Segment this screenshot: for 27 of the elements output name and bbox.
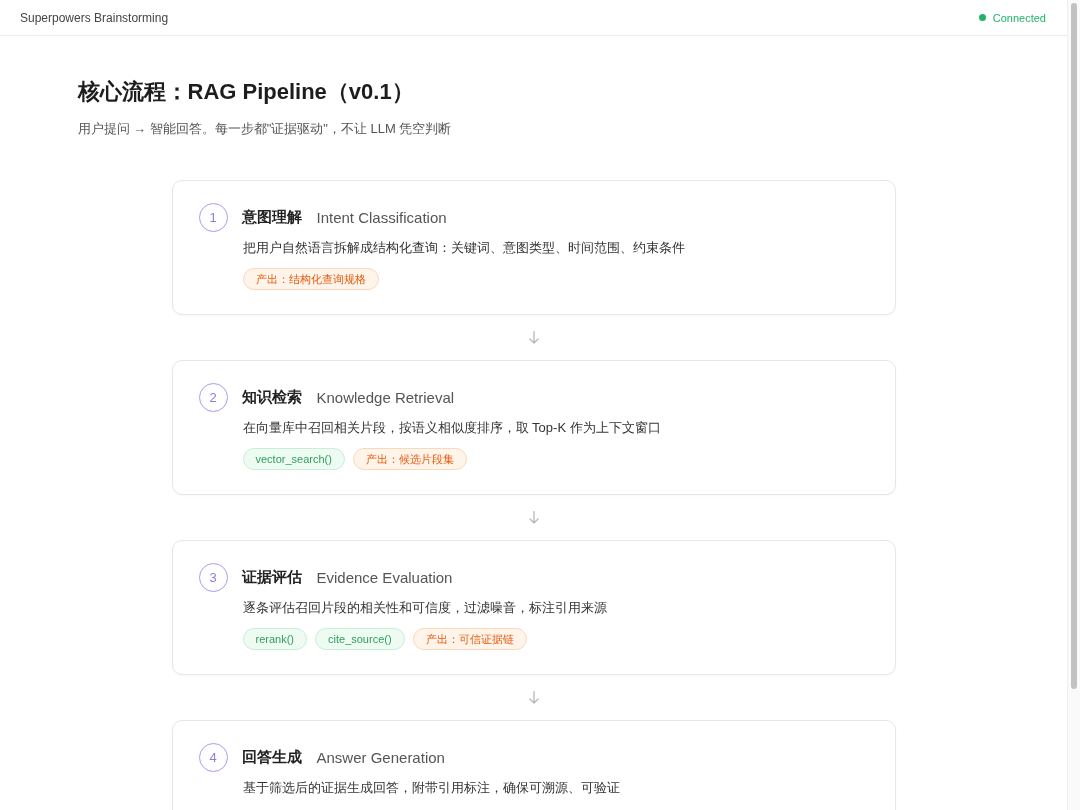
arrow-down-icon xyxy=(528,511,539,524)
step-description: 基于筛选后的证据生成回答，附带引用标注，确保可溯源、可验证 xyxy=(242,779,621,797)
page-subtitle: 用户提问 → 智能回答。每一步都"证据驱动"，不让 LLM 凭空判断 xyxy=(77,120,453,138)
step-description: 在向量库中召回相关片段，按语义相似度排序，取 Top-K 作为上下文窗口 xyxy=(242,419,662,437)
function-tag: rerank() xyxy=(242,628,307,650)
function-tag: cite_source() xyxy=(315,628,405,650)
step-subtitle: Evidence Evaluation xyxy=(316,569,453,586)
step-title: 意图理解 xyxy=(241,208,302,227)
step-subtitle: Knowledge Retrieval xyxy=(316,389,455,406)
output-tag: 产出：候选片段集 xyxy=(352,448,467,470)
function-tag: vector_search() xyxy=(242,448,345,470)
scrollbar[interactable] xyxy=(1067,0,1080,810)
step-description: 把用户自然语言拆解成结构化查询：关键词、意图类型、时间范围、约束条件 xyxy=(242,239,686,257)
app-title: Superpowers Brainstorming xyxy=(20,10,169,25)
page-title: 核心流程：RAG Pipeline（v0.1） xyxy=(77,78,415,106)
step-title: 回答生成 xyxy=(241,748,302,767)
output-tag: 产出：结构化查询规格 xyxy=(242,268,379,290)
scrollbar-thumb[interactable] xyxy=(1071,3,1077,689)
step-subtitle: Answer Generation xyxy=(316,749,445,766)
step-description: 逐条评估召回片段的相关性和可信度，过滤噪音，标注引用来源 xyxy=(242,599,608,617)
step-subtitle: Intent Classification xyxy=(316,209,447,226)
arrow-down-icon xyxy=(528,691,539,704)
output-tag: 产出：可信证据链 xyxy=(412,628,527,650)
step-title: 证据评估 xyxy=(241,568,302,587)
connection-status: Connected xyxy=(992,11,1046,24)
arrow-down-icon xyxy=(528,331,539,344)
step-title: 知识检索 xyxy=(241,388,302,407)
